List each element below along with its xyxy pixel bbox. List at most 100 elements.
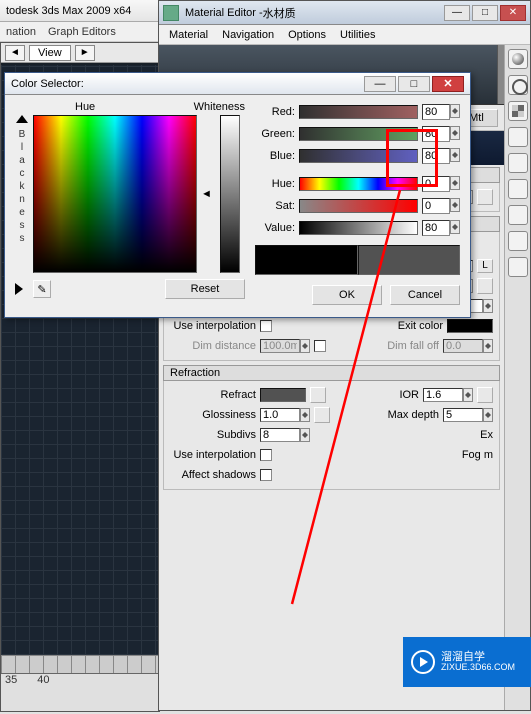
blue-input[interactable] [422, 148, 450, 164]
select-by-material-icon[interactable] [508, 231, 528, 251]
material-editor-menu[interactable]: Material Navigation Options Utilities [159, 25, 530, 45]
menu-material[interactable]: Material [169, 29, 208, 41]
value-label: Value: [255, 222, 295, 234]
hue-slider[interactable] [299, 177, 418, 191]
green-input[interactable] [422, 126, 450, 142]
whiteness-heading: Whiteness [194, 101, 245, 113]
refract-use-interpolation-label: Use interpolation [170, 449, 256, 461]
dim-distance-checkbox[interactable] [314, 340, 326, 352]
red-input[interactable] [422, 104, 450, 120]
color-selector-window: Color Selector: — □ ✕ Hue Whiteness Blac… [4, 72, 471, 318]
roughness-map-button[interactable] [477, 189, 493, 205]
refract-maxdepth-input[interactable] [443, 408, 483, 422]
blue-slider[interactable] [299, 149, 418, 163]
view-next-button[interactable]: ► [75, 45, 95, 61]
material-map-navigator-icon[interactable] [508, 257, 528, 277]
refract-maxdepth-label: Max depth [388, 409, 439, 421]
fog-m-label: Fog m [462, 449, 493, 461]
dim-distance-input [260, 339, 300, 353]
hue-picker[interactable] [33, 115, 197, 273]
hue-heading: Hue [75, 101, 95, 113]
refl-use-interpolation-label: Use interpolation [170, 320, 256, 332]
whiteness-slider[interactable] [220, 115, 240, 273]
menu-options[interactable]: Options [288, 29, 326, 41]
refract-glossiness-input[interactable] [260, 408, 300, 422]
close-button[interactable]: ✕ [500, 5, 526, 21]
menu-navigation[interactable]: Navigation [222, 29, 274, 41]
cancel-button[interactable]: Cancel [390, 285, 460, 305]
reset-button[interactable]: Reset [165, 279, 245, 299]
new-color-swatch[interactable] [358, 245, 461, 275]
menu-graph-editors[interactable]: Graph Editors [48, 26, 116, 38]
dim-falloff-label: Dim fall off [387, 340, 439, 352]
menu-utilities[interactable]: Utilities [340, 29, 375, 41]
value-slider[interactable] [299, 221, 418, 235]
timeline[interactable]: 35 40 [1, 655, 161, 711]
watermark-badge: 溜溜自学 ZIXUE.3D66.COM [403, 637, 531, 687]
hue-input[interactable] [422, 176, 450, 192]
refl-use-interpolation-checkbox[interactable] [260, 320, 272, 332]
blue-label: Blue: [255, 150, 295, 162]
blue-spinner[interactable] [450, 148, 460, 162]
refract-label: Refract [170, 389, 256, 401]
timeline-ruler[interactable] [1, 656, 161, 674]
backlight-icon[interactable] [508, 75, 528, 95]
affect-shadows-checkbox[interactable] [260, 469, 272, 481]
pointer-icon [15, 283, 23, 295]
options-icon[interactable] [508, 205, 528, 225]
refract-exit-label: Ex [480, 429, 493, 441]
hue-spinner[interactable] [450, 176, 460, 190]
hue-label: Hue: [255, 178, 295, 190]
sat-spinner[interactable] [450, 198, 460, 212]
refract-subdivs-label: Subdivs [170, 429, 256, 441]
refract-map-button[interactable] [310, 387, 326, 403]
view-tabs: ◄ View ► [1, 43, 159, 63]
refract-subdivs-input[interactable] [260, 428, 300, 442]
fresnel-lock-button[interactable]: L [477, 259, 493, 273]
green-spinner[interactable] [450, 126, 460, 140]
view-prev-button[interactable]: ◄ [5, 45, 25, 61]
value-spinner[interactable] [450, 220, 460, 234]
green-label: Green: [255, 128, 295, 140]
video-check-icon[interactable] [508, 153, 528, 173]
value-input[interactable] [422, 220, 450, 236]
sat-input[interactable] [422, 198, 450, 214]
dim-distance-label: Dim distance [170, 340, 256, 352]
maximize-button[interactable]: □ [472, 5, 498, 21]
exit-color-swatch[interactable] [447, 319, 493, 333]
red-slider[interactable] [299, 105, 418, 119]
green-slider[interactable] [299, 127, 418, 141]
timeline-frame-35: 35 [5, 674, 17, 686]
red-label: Red: [255, 106, 295, 118]
sample-type-icon[interactable] [508, 49, 528, 69]
ok-button[interactable]: OK [312, 285, 382, 305]
blackness-pointer-icon [16, 115, 28, 123]
color-selector-title: Color Selector: [11, 78, 84, 90]
material-editor-title-prefix: Material Editor - [185, 7, 263, 19]
refract-use-interpolation-checkbox[interactable] [260, 449, 272, 461]
material-editor-titlebar[interactable]: Material Editor - 水材质 — □ ✕ [159, 1, 530, 25]
minimize-button[interactable]: — [444, 5, 470, 21]
sat-slider[interactable] [299, 199, 418, 213]
refract-ior-input[interactable] [423, 388, 463, 402]
red-spinner[interactable] [450, 104, 460, 118]
rollout-refraction-header[interactable]: Refraction [163, 365, 500, 381]
material-editor-icon [163, 5, 179, 21]
refract-color-swatch[interactable] [260, 388, 306, 402]
sample-uv-icon[interactable] [508, 127, 528, 147]
eyedropper-button[interactable]: ✎ [33, 280, 51, 298]
watermark-sub: ZIXUE.3D66.COM [441, 663, 515, 673]
view-label[interactable]: View [29, 45, 71, 61]
menu-customize[interactable]: nation [6, 26, 36, 38]
background-icon[interactable] [508, 101, 528, 121]
dim-falloff-input [443, 339, 483, 353]
old-color-swatch[interactable] [255, 245, 358, 275]
cs-close-button[interactable]: ✕ [432, 76, 464, 92]
refract-glossiness-label: Glossiness [170, 409, 256, 421]
make-preview-icon[interactable] [508, 179, 528, 199]
cs-minimize-button[interactable]: — [364, 76, 396, 92]
color-selector-titlebar[interactable]: Color Selector: — □ ✕ [5, 73, 470, 95]
cs-maximize-button[interactable]: □ [398, 76, 430, 92]
timeline-frame-40: 40 [37, 674, 49, 686]
sat-label: Sat: [255, 200, 295, 212]
